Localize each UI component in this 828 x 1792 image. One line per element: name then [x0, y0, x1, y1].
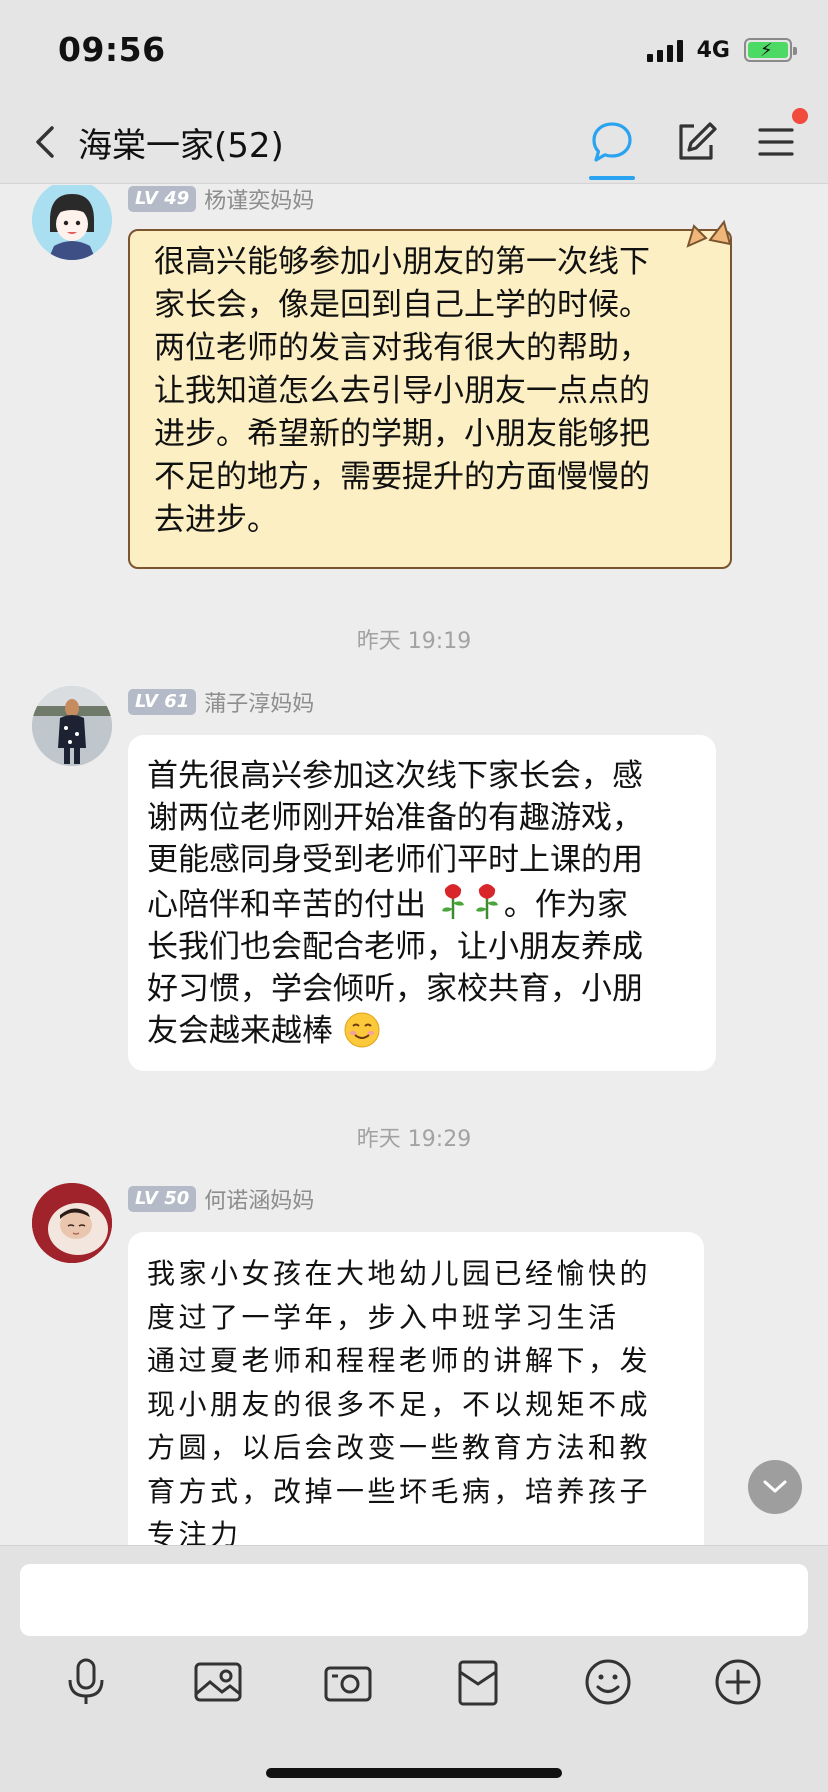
timestamp: 昨天 19:29 — [356, 1127, 472, 1152]
level-badge: LV 50 — [128, 1186, 197, 1212]
cat-ears-icon — [686, 219, 732, 248]
message-line: 好习惯，学会倾听，家校共育，小朋 — [147, 971, 643, 1007]
status-time: 09:56 — [58, 30, 166, 69]
chat-icon[interactable] — [588, 118, 636, 166]
message-line: 谢两位老师刚开始准备的有趣游戏， — [147, 800, 643, 836]
photo-icon[interactable] — [192, 1656, 244, 1708]
message-line: 现小朋友的很多不足，不以规矩不成 — [147, 1387, 652, 1421]
level-badge: LV 61 — [128, 689, 197, 715]
sender-name[interactable]: 何诺涵妈妈 — [204, 1183, 314, 1215]
menu-icon[interactable] — [752, 118, 800, 166]
nav-bar: 海棠一家(52) — [0, 100, 828, 184]
message-bubble[interactable]: 首先很高兴参加这次线下家长会，感 谢两位老师刚开始准备的有趣游戏， 更能感同身受… — [128, 735, 716, 1071]
message-text: 友会越来越棒 — [147, 1013, 333, 1049]
message-line: 通过夏老师和程程老师的讲解下，发 — [147, 1344, 652, 1377]
message-line: 专注力 — [147, 1518, 242, 1545]
message-input[interactable] — [20, 1564, 808, 1636]
back-icon[interactable] — [28, 122, 68, 162]
message-line: 进步。希望新的学期，小朋友能够把 — [154, 416, 650, 452]
sender-info: LV 50 何诺涵妈妈 — [128, 1183, 314, 1215]
message-line: 家长会，像是回到自己上学的时候。 — [154, 287, 650, 323]
avatar[interactable] — [32, 686, 112, 766]
signal-icon — [646, 38, 683, 62]
message-line: 长我们也会配合老师，让小朋友养成 — [147, 929, 643, 965]
plus-icon[interactable] — [712, 1656, 764, 1708]
level-badge: LV 49 — [128, 186, 197, 212]
message-line: 让我知道怎么去引导小朋友一点点的 — [154, 373, 650, 409]
message-line: 度过了一学年，步入中班学习生活 — [147, 1300, 620, 1334]
input-area — [0, 1545, 828, 1792]
timestamp: 昨天 19:19 — [356, 629, 472, 654]
message-line: 不足的地方，需要提升的方面慢慢的 — [154, 459, 650, 495]
message-line: 方圆，以后会改变一些教育方法和教 — [147, 1431, 652, 1464]
mic-icon[interactable] — [60, 1656, 112, 1708]
chat-area[interactable]: LV 49 杨谨奕妈妈 很高兴能够参加小朋友的第一次线下 家长会，像是回到自己上… — [0, 185, 828, 1545]
status-bar: 09:56 4G ⚡ — [0, 0, 828, 100]
battery-icon: ⚡ — [744, 38, 797, 62]
edit-icon[interactable] — [672, 118, 720, 166]
rose-icon — [441, 884, 464, 919]
camera-icon[interactable] — [322, 1656, 374, 1708]
active-tab-indicator — [589, 176, 635, 180]
status-indicators: 4G ⚡ — [646, 36, 797, 64]
message-line: 很高兴能够参加小朋友的第一次线下 — [154, 244, 650, 280]
smiley-emoji-icon — [344, 1012, 380, 1048]
message-bubble[interactable]: 我家小女孩在大地幼儿园已经愉快的 度过了一学年，步入中班学习生活 通过夏老师和程… — [128, 1232, 704, 1545]
avatar[interactable] — [32, 185, 112, 260]
network-type: 4G — [696, 37, 730, 63]
message-line: 两位老师的发言对我有很大的帮助， — [154, 330, 650, 366]
message-line: 首先很高兴参加这次线下家长会，感 — [147, 758, 643, 794]
sender-name[interactable]: 蒲子淳妈妈 — [204, 686, 314, 718]
page-title: 海棠一家(52) — [78, 126, 284, 166]
rose-icon — [475, 884, 498, 919]
home-indicator[interactable] — [266, 1768, 562, 1778]
avatar[interactable] — [32, 1183, 112, 1263]
message-text: 心陪伴和辛苦的付出 — [147, 887, 426, 923]
sender-info: LV 61 蒲子淳妈妈 — [128, 686, 314, 718]
red-packet-icon[interactable] — [452, 1656, 504, 1708]
emoji-icon[interactable] — [582, 1656, 634, 1708]
message-text: 。作为家 — [503, 887, 628, 923]
sender-name[interactable]: 杨谨奕妈妈 — [204, 185, 314, 215]
message-line: 去进步。 — [154, 502, 278, 538]
message-line: 我家小女孩在大地幼儿园已经愉快的 — [147, 1257, 652, 1290]
message-line: 更能感同身受到老师们平时上课的用 — [147, 842, 643, 878]
scroll-to-bottom-button[interactable] — [748, 1460, 802, 1514]
notification-dot — [792, 108, 808, 124]
sender-info: LV 49 杨谨奕妈妈 — [128, 185, 314, 215]
chevron-down-icon — [763, 1480, 787, 1493]
message-line: 育方式，改掉一些坏毛病，培养孩子 — [147, 1474, 652, 1508]
message-line-with-emoji: 心陪伴和辛苦的付出 。作为家 — [147, 881, 716, 926]
message-line-with-emoji: 友会越来越棒 — [147, 1010, 716, 1052]
message-bubble[interactable]: 很高兴能够参加小朋友的第一次线下 家长会，像是回到自己上学的时候。 两位老师的发… — [128, 229, 732, 569]
